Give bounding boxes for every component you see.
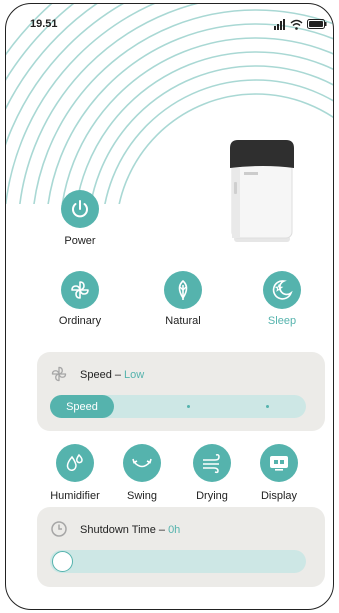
- power-label: Power: [64, 235, 96, 247]
- speed-slider[interactable]: Speed: [50, 395, 306, 418]
- droplets-icon: [66, 453, 83, 471]
- shutdown-value: 0h: [168, 524, 181, 536]
- speed-value: Low: [124, 369, 145, 381]
- speed-step-dot[interactable]: [187, 405, 190, 408]
- swing-arrows-icon: [132, 458, 152, 468]
- power-icon: [72, 200, 88, 218]
- status-time: 19.51: [30, 18, 58, 30]
- moon-star-icon: [272, 280, 293, 300]
- speed-step-dot[interactable]: [266, 405, 269, 408]
- phone-frame: 19.51 Power Ordinary Natural Sleep Speed…: [5, 3, 334, 610]
- swing-button[interactable]: [123, 444, 161, 482]
- signal-icon: [274, 18, 285, 30]
- drying-label: Drying: [196, 490, 228, 502]
- swing-label: Swing: [127, 490, 157, 502]
- status-bar: 19.51: [6, 4, 333, 34]
- drying-button[interactable]: [193, 444, 231, 482]
- shutdown-title: Shutdown Time – 0h: [80, 524, 181, 536]
- fan-icon: [71, 281, 89, 299]
- clock-icon: [51, 521, 67, 537]
- speed-title: Speed – Low: [80, 369, 145, 381]
- battery-icon: [307, 19, 327, 29]
- shutdown-card: Shutdown Time – 0h: [37, 507, 325, 587]
- display-label: Display: [260, 490, 298, 502]
- air-conditioner-image: [230, 140, 294, 242]
- speed-slider-fill[interactable]: Speed: [50, 395, 114, 418]
- leaf-icon: [178, 279, 188, 300]
- mode-ordinary-button[interactable]: [61, 271, 99, 309]
- power-button[interactable]: [61, 190, 99, 228]
- shutdown-slider-knob[interactable]: [52, 551, 73, 572]
- humidifier-label: Humidifier: [50, 490, 100, 502]
- wind-icon: [203, 454, 220, 474]
- speed-card: Speed – Low Speed: [37, 352, 325, 431]
- display-icon: [270, 456, 288, 471]
- humidifier-button[interactable]: [56, 444, 94, 482]
- mode-sleep-label: Sleep: [267, 315, 297, 327]
- mode-natural-button[interactable]: [164, 271, 202, 309]
- display-button[interactable]: [260, 444, 298, 482]
- shutdown-slider[interactable]: [50, 550, 306, 573]
- mode-natural-label: Natural: [165, 315, 201, 327]
- mode-ordinary-label: Ordinary: [58, 315, 102, 327]
- wifi-icon: [290, 19, 303, 30]
- mode-sleep-button[interactable]: [263, 271, 301, 309]
- fan-icon: [51, 366, 67, 382]
